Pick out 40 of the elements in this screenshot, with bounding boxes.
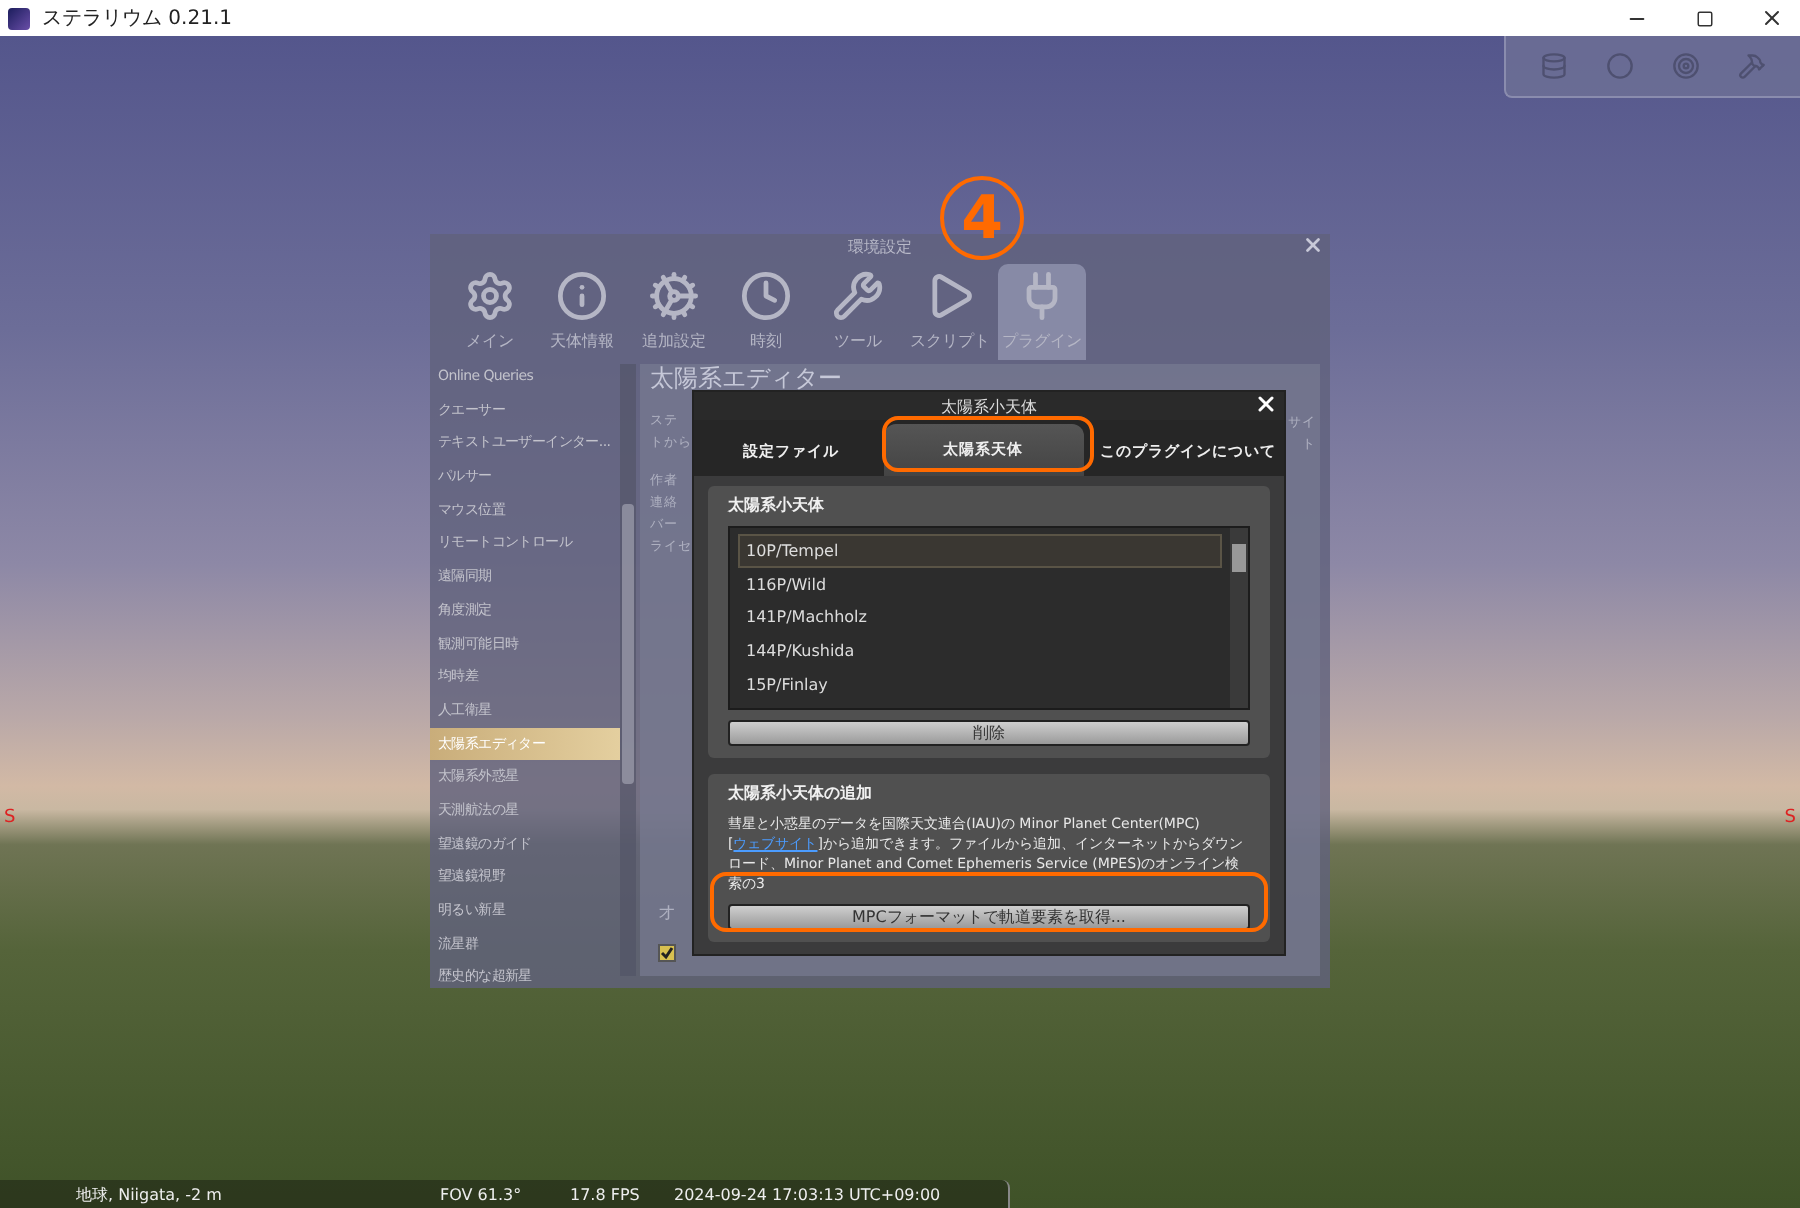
group-title: 太陽系小天体の追加 (728, 782, 874, 804)
object-list-item[interactable]: 144P/Kushida (738, 634, 1222, 668)
group-title: 太陽系小天体 (728, 494, 826, 516)
scrollbar[interactable] (620, 364, 636, 976)
settings-tab[interactable]: 時刻 (722, 264, 810, 360)
object-list-item[interactable]: 15P/Finlay (738, 667, 1222, 701)
dialog-title: 太陽系小天体 (941, 395, 1037, 417)
app-logo-icon (8, 7, 30, 29)
cog-icon (648, 270, 700, 322)
object-list-item[interactable]: 116P/Wild (738, 567, 1222, 601)
maximize-icon (1695, 9, 1713, 27)
options-label: オ (658, 902, 676, 926)
settings-tab[interactable]: 天体情報 (538, 264, 626, 360)
delete-button[interactable]: 削除 (728, 720, 1250, 746)
info-icon (556, 270, 608, 322)
settings-tab[interactable]: ツール (814, 264, 902, 360)
gear-icon (464, 270, 516, 322)
scrollbar[interactable] (1230, 528, 1248, 708)
settings-tab[interactable]: メイン (446, 264, 534, 360)
close-icon (1254, 392, 1278, 416)
window-title: ステラリウム 0.21.1 (42, 6, 234, 32)
step-marker-overlay: 4 (940, 176, 1024, 260)
plugin-heading: 太陽系エディター (650, 364, 844, 392)
close-icon (1302, 234, 1324, 256)
object-list-item[interactable]: 141P/Machholz (738, 600, 1222, 635)
settings-tab[interactable]: スクリプト (906, 264, 994, 360)
dialog-title: 環境設定 (848, 236, 912, 258)
settings-tab[interactable]: 追加設定 (630, 264, 718, 360)
fov-text: FOV 61.3° (440, 1185, 524, 1203)
location-text: 地球, Niigata, -2 m (74, 1183, 224, 1205)
checkbox[interactable] (658, 944, 676, 962)
close-button[interactable] (1254, 392, 1278, 416)
datetime-text: 2024-09-24 17:03:13 UTC+09:00 (674, 1185, 943, 1203)
fps-text: 17.8 FPS (570, 1185, 642, 1203)
cardinal-mark: S (1784, 808, 1796, 828)
cardinal-mark: S (4, 808, 16, 828)
object-list-item[interactable]: 10P/Tempel (738, 534, 1222, 568)
close-icon (1760, 6, 1784, 30)
clock-icon (740, 270, 792, 322)
import-mpc-button[interactable]: MPCフォーマットで軌道要素を取得... (728, 904, 1250, 930)
